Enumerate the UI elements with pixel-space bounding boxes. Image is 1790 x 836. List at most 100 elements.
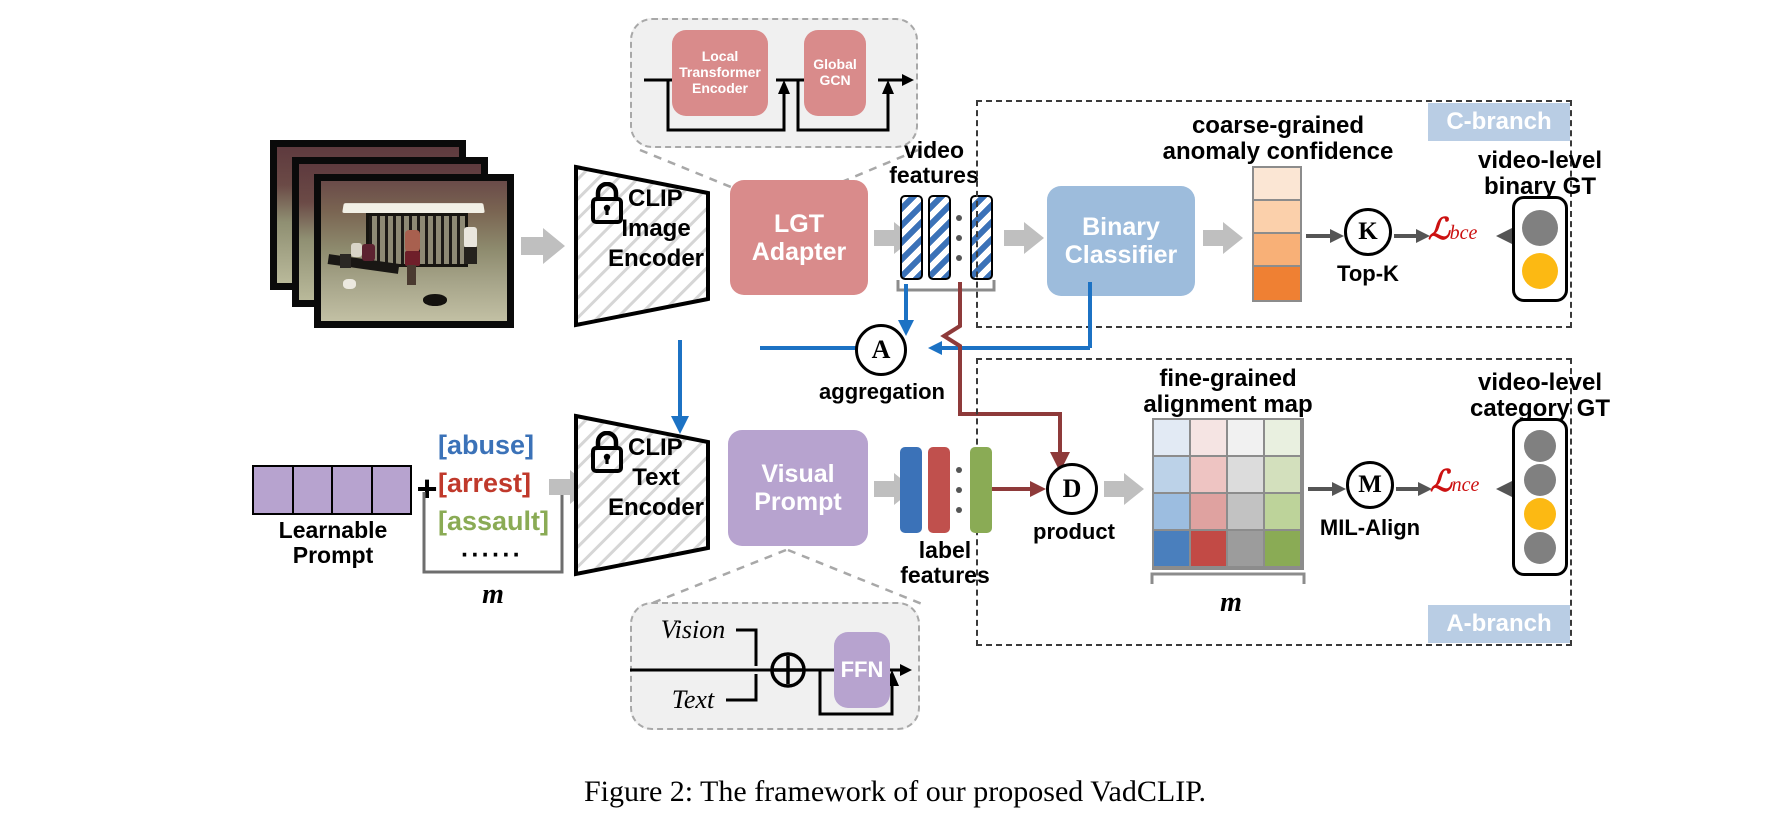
align-cell-r3c3: [1228, 494, 1265, 531]
align-cell-r4c2: [1191, 531, 1228, 568]
align-cell-r4c3: [1228, 531, 1265, 568]
alignment-map-title: fine-grained alignment map: [1098, 366, 1358, 418]
align-cell-r3c1: [1154, 494, 1191, 531]
category-gt-title: video-level category GT: [1430, 370, 1650, 422]
alignment-title-line-2: alignment map: [1143, 390, 1313, 418]
binary-gt-dot-2: [1522, 252, 1558, 289]
align-cell-r2c4: [1265, 457, 1302, 494]
product-label: product: [1033, 519, 1115, 544]
prompt-cell-1: [254, 467, 294, 513]
confidence-title-line-2: anomaly confidence: [1162, 137, 1394, 165]
align-cell-r2c2: [1191, 457, 1228, 494]
binary-classifier-block: Binary Classifier: [1047, 186, 1195, 296]
visual-prompt-line-1: Visual: [761, 460, 835, 488]
arrow-confidence-to-topk: [1306, 229, 1344, 243]
loss-bce-subscript: bce: [1449, 222, 1478, 244]
loss-nce-label: ℒnce: [1430, 464, 1479, 499]
align-cell-r1c2: [1191, 420, 1228, 457]
alignment-title-line-1: fine-grained: [1159, 365, 1297, 392]
product-node: D: [1046, 463, 1098, 515]
clip-image-encoder-label: CLIP Image Encoder: [596, 186, 716, 272]
alignment-map-grid: [1152, 418, 1304, 570]
binary-classifier-line-2: Classifier: [1064, 241, 1178, 269]
a-branch-tag: A-branch: [1428, 605, 1570, 643]
alignment-map-width-label: m: [1220, 587, 1242, 618]
arrow-milalign-to-nce: [1396, 482, 1432, 496]
binary-classifier-line-1: Binary: [1082, 213, 1160, 241]
label-features-ellipsis: [956, 467, 962, 513]
global-gcn-block: Global GCN: [804, 30, 866, 116]
ffn-block: FFN: [834, 632, 890, 708]
align-cell-r4c1: [1154, 531, 1191, 568]
arrow-label-features-to-product: [992, 481, 1046, 497]
text-encoder-line-2: Text: [632, 463, 680, 491]
category-gt-dot-4: [1524, 532, 1556, 564]
milalign-node: M: [1346, 461, 1394, 509]
topk-node: K: [1344, 208, 1392, 256]
alignment-map-brace: [1150, 572, 1306, 584]
arrow-alignment-to-milalign: [1308, 482, 1346, 496]
prompt-cell-2: [293, 467, 333, 513]
video-feature-bar-2: [928, 195, 951, 280]
category-gt-line-1: video-level: [1477, 369, 1603, 396]
video-frame-front: [314, 174, 514, 328]
loss-nce-symbol: ℒ: [1430, 465, 1452, 498]
binary-gt-title: video-level binary GT: [1430, 148, 1650, 200]
local-transformer-encoder-block: Local Transformer Encoder: [672, 30, 768, 116]
align-cell-r3c4: [1265, 494, 1302, 531]
video-features-ellipsis: [956, 215, 962, 261]
binary-gt-pill: [1512, 196, 1568, 302]
lgt-local-line-2: Transformer: [679, 64, 761, 81]
lgt-global-line-1: Global: [813, 56, 857, 73]
arrow-classifier-to-confidence: [1203, 222, 1245, 254]
figure-canvas: Local Transformer Encoder Global GCN CLI…: [0, 0, 1790, 836]
learnable-prompt-line-1: Learnable: [278, 517, 388, 543]
learnable-prompt-line-2: Prompt: [292, 541, 374, 568]
category-gt-dot-1: [1524, 430, 1556, 462]
arrow-topk-to-bce: [1394, 229, 1430, 243]
confidence-cell-1: [1254, 168, 1300, 201]
coarse-confidence-title: coarse-grained anomaly confidence: [1128, 113, 1428, 165]
binary-gt-dot-1: [1522, 209, 1558, 246]
lgt-adapter-line-2: Adapter: [751, 237, 847, 266]
binary-gt-line-1: video-level: [1477, 147, 1603, 174]
loss-nce-subscript: nce: [1451, 474, 1480, 496]
align-cell-r2c1: [1154, 457, 1191, 494]
image-encoder-line-1: CLIP: [628, 185, 683, 212]
visual-prompt-block: Visual Prompt: [728, 430, 868, 546]
image-encoder-line-3: Encoder: [607, 244, 705, 272]
confidence-cell-4: [1254, 267, 1300, 300]
category-gt-dot-2: [1524, 464, 1556, 496]
arrow-product-to-alignment-map: [1104, 473, 1146, 505]
category-gt-dot-3: [1524, 498, 1556, 530]
lgt-global-line-2: GCN: [819, 72, 851, 88]
milalign-label: MIL-Align: [1319, 515, 1421, 540]
learnable-prompt-label: Learnable Prompt: [242, 518, 424, 568]
arrow-video-to-image-encoder: [521, 228, 567, 264]
vp-callout-lines: [649, 548, 923, 606]
label-feature-bar-green: [970, 447, 992, 533]
topk-label: Top-K: [1337, 261, 1399, 286]
visual-prompt-line-2: Prompt: [754, 488, 842, 516]
text-encoder-line-1: CLIP: [628, 434, 683, 461]
text-encoder-line-3: Encoder: [607, 493, 705, 521]
class-count-label: m: [482, 579, 504, 610]
class-word-abuse: [abuse]: [438, 430, 535, 460]
figure-caption: Figure 2: The framework of our proposed …: [583, 775, 1207, 808]
align-cell-r1c1: [1154, 420, 1191, 457]
align-cell-r1c4: [1265, 420, 1302, 457]
clip-text-encoder-label: CLIP Text Encoder: [596, 435, 716, 521]
learnable-prompt-cells: [252, 465, 412, 515]
align-cell-r4c4: [1265, 531, 1302, 568]
lgt-adapter-block: LGT Adapter: [730, 180, 868, 295]
prompt-cell-4: [372, 467, 410, 513]
loss-bce-label: ℒbce: [1428, 212, 1477, 247]
video-feature-bar-1: [900, 195, 923, 280]
lgt-adapter-line-1: LGT: [774, 209, 824, 238]
align-cell-r3c2: [1191, 494, 1228, 531]
align-cell-r1c3: [1228, 420, 1265, 457]
confidence-cell-2: [1254, 201, 1300, 234]
prompt-cell-3: [333, 467, 373, 513]
class-count-brace: [422, 492, 564, 574]
category-gt-pill: [1512, 418, 1568, 576]
